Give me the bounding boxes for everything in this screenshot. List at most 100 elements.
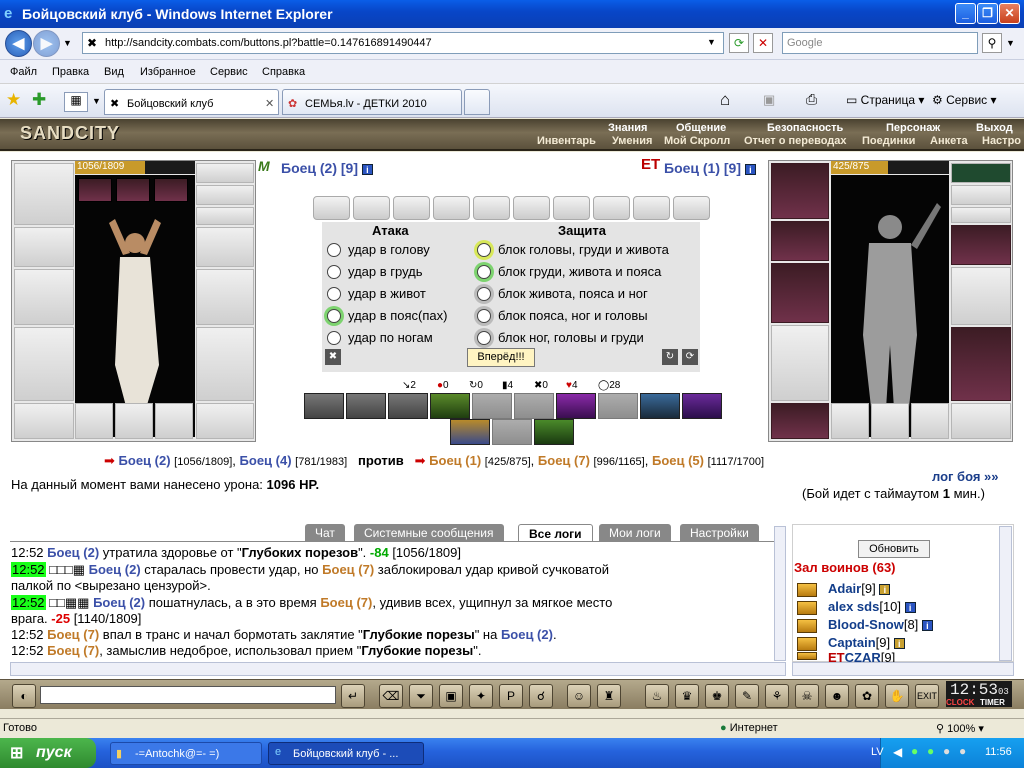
attack-radio-stomach[interactable]	[327, 287, 341, 301]
menu-edit[interactable]: Правка	[52, 66, 89, 78]
info-icon[interactable]: i	[744, 163, 756, 175]
home-icon[interactable]: ⌂	[720, 90, 730, 110]
menu-security[interactable]: Безопасность	[767, 122, 843, 134]
skill-8[interactable]	[598, 393, 638, 419]
address-dropdown-icon[interactable]: ▼	[707, 37, 716, 47]
enemy-leggings-slot[interactable]	[951, 327, 1011, 401]
shield-slot[interactable]	[196, 269, 254, 325]
attack-label-head[interactable]: удар в голову	[348, 242, 430, 257]
belt-slot[interactable]	[14, 403, 74, 439]
quick-tabs-icon[interactable]: ▦	[64, 92, 88, 112]
submenu-battles[interactable]: Поединки	[862, 135, 915, 147]
menu-view[interactable]: Вид	[104, 66, 124, 78]
tab-semya[interactable]: ✿ СЕМЬя.lv - ДЕТКИ 2010	[282, 89, 462, 115]
log-scrollbar[interactable]	[774, 526, 786, 661]
tab-fight-club[interactable]: ✖ Бойцовский клуб ✕	[104, 89, 279, 115]
helmet-icon[interactable]: ♜	[597, 684, 621, 708]
scroll-slot-2[interactable]	[353, 196, 390, 220]
enemy-shield-slot[interactable]	[951, 267, 1011, 325]
buff-icon-1[interactable]	[78, 178, 112, 202]
log-actor[interactable]: Боец (7)	[47, 627, 99, 642]
defense-label-5[interactable]: блок ног, головы и груди	[498, 330, 644, 345]
skill-1[interactable]	[304, 393, 344, 419]
tray-icon-4[interactable]: ●	[943, 744, 950, 758]
skill-7[interactable]	[556, 393, 596, 419]
smiley-icon[interactable]: ☺	[567, 684, 591, 708]
battle-log-link[interactable]: лог боя »»	[932, 469, 999, 484]
refresh-icon[interactable]: ⟳	[729, 33, 749, 53]
submenu-transfers[interactable]: Отчет о переводах	[744, 135, 847, 147]
save-icon[interactable]: ▣	[439, 684, 463, 708]
hall-scrollbar[interactable]	[999, 526, 1012, 661]
log-target[interactable]: Боец (7)	[322, 562, 374, 577]
leggings-slot[interactable]	[196, 327, 254, 401]
amulet-slot[interactable]	[196, 185, 254, 205]
enemy-gloves-slot[interactable]	[951, 225, 1011, 265]
skull-icon[interactable]: ☠	[795, 684, 819, 708]
search-options-icon[interactable]: ▼	[1006, 38, 1015, 48]
boots-slot[interactable]	[196, 403, 254, 439]
taskbar-item-fight-club[interactable]: e Бойцовский клуб - ...	[268, 742, 424, 765]
zoom-control[interactable]: ⚲ 100% ▾	[936, 722, 984, 735]
rings-slot[interactable]	[196, 207, 254, 225]
attack-warrior-icon[interactable]	[797, 637, 817, 651]
start-button[interactable]: ⊞ пуск	[0, 738, 96, 768]
skill-11[interactable]	[450, 419, 490, 445]
skill-5[interactable]	[472, 393, 512, 419]
team2-member-2[interactable]: Боец (7)	[538, 453, 590, 468]
paw-icon[interactable]: ✿	[855, 684, 879, 708]
menu-character[interactable]: Персонаж	[886, 122, 940, 134]
submenu-skills[interactable]: Умения	[612, 135, 652, 147]
new-tab-button[interactable]	[464, 89, 490, 115]
favorites-star-icon[interactable]: ★	[6, 90, 21, 110]
tray-icon-2[interactable]: ●	[911, 744, 918, 758]
log-hscrollbar[interactable]	[10, 662, 786, 676]
attack-radio-chest[interactable]	[327, 265, 341, 279]
tab-settings[interactable]: Настройки	[680, 524, 759, 542]
gloves-slot[interactable]	[196, 227, 254, 267]
attack-warrior-icon[interactable]	[797, 652, 817, 660]
exit-icon[interactable]: EXIT	[915, 684, 939, 708]
menu-help[interactable]: Справка	[262, 66, 305, 78]
enemy-helmet-slot[interactable]	[771, 163, 829, 219]
pocket-slot-1[interactable]	[75, 403, 113, 439]
clear-icon[interactable]: ⌫	[379, 684, 403, 708]
go-button[interactable]: Вперёд!!!	[467, 348, 535, 367]
search-input[interactable]: Google	[782, 32, 978, 54]
attack-radio-legs[interactable]	[327, 331, 341, 345]
maximize-button[interactable]: ❐	[977, 3, 998, 24]
enemy-pocket-slot-3[interactable]	[911, 403, 949, 439]
team1-member-1[interactable]: Боец (2)	[119, 453, 171, 468]
scroll-slot-6[interactable]	[513, 196, 550, 220]
hands-icon[interactable]: ✋	[885, 684, 909, 708]
armor-slot[interactable]	[14, 327, 74, 401]
language-indicator[interactable]: LV	[871, 746, 884, 758]
earrings-slot[interactable]	[196, 163, 254, 183]
scroll-slot-10[interactable]	[673, 196, 710, 220]
defense-label-1[interactable]: блок головы, груди и живота	[498, 242, 669, 257]
skill-13[interactable]	[534, 419, 574, 445]
skill-12[interactable]	[492, 419, 532, 445]
attack-radio-groin[interactable]	[327, 309, 341, 323]
buff-icon-2[interactable]	[116, 178, 150, 202]
defense-label-4[interactable]: блок пояса, ног и головы	[498, 308, 648, 323]
info-icon[interactable]: i	[921, 620, 933, 632]
scroll-slot-8[interactable]	[593, 196, 630, 220]
add-favorite-icon[interactable]: ✚	[32, 90, 46, 110]
defense-radio-5[interactable]	[477, 331, 491, 345]
attack-label-groin[interactable]: удар в пояс(пах)	[348, 308, 447, 323]
taskbar-item-antochk[interactable]: ▮ -=Antochk@=- =)	[110, 742, 262, 765]
info-icon[interactable]: i	[904, 602, 916, 614]
close-button[interactable]: ✕	[999, 3, 1020, 24]
attack-radio-head[interactable]	[327, 243, 341, 257]
scroll-icon[interactable]: ✎	[735, 684, 759, 708]
refresh-button[interactable]: Обновить	[858, 540, 930, 558]
enemy-bracers-slot[interactable]	[771, 221, 829, 261]
tray-icon-3[interactable]: ●	[927, 744, 934, 758]
enemy-belt-slot[interactable]	[771, 403, 829, 439]
private-icon[interactable]: P	[499, 684, 523, 708]
refresh-battle-icon[interactable]: ↻	[662, 349, 678, 365]
team2-member-1[interactable]: Боец (1)	[429, 453, 481, 468]
fighter-icon[interactable]: ✦	[469, 684, 493, 708]
tray-icon-5[interactable]: ●	[959, 744, 966, 758]
